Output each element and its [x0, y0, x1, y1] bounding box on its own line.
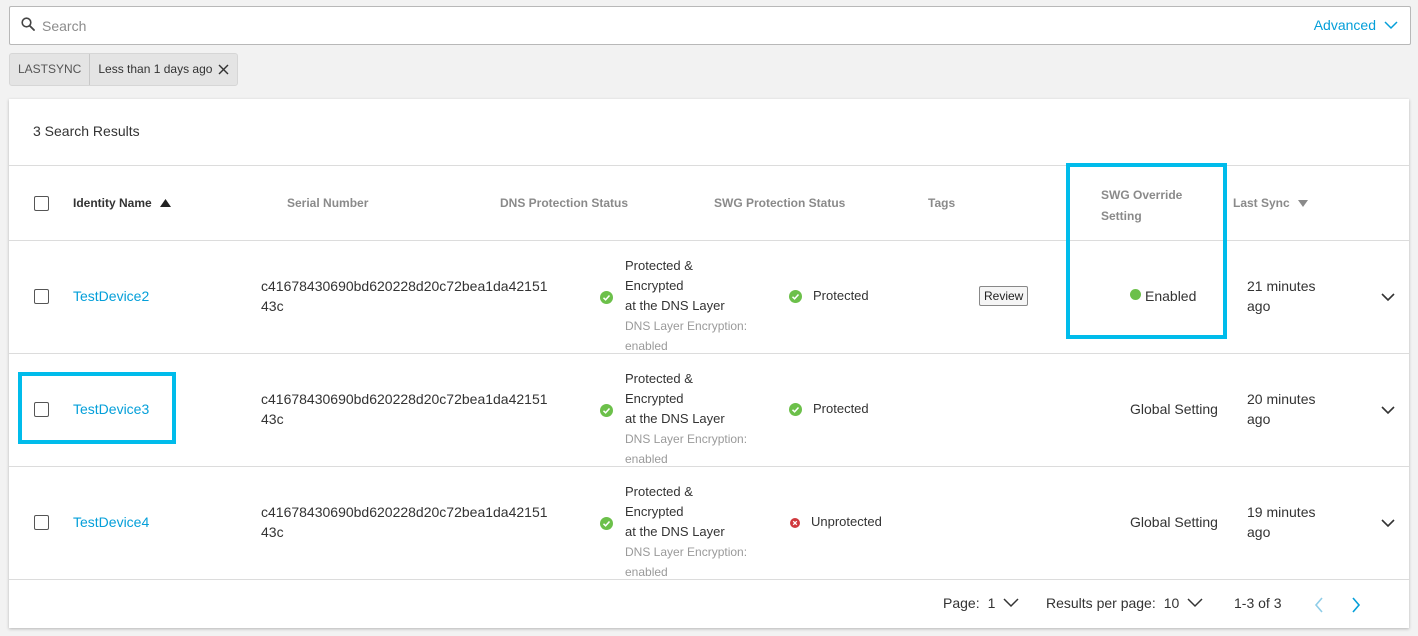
swg-override-setting: Global Setting: [1130, 401, 1218, 417]
column-header-dns-protection-status[interactable]: DNS Protection Status: [500, 196, 628, 210]
highlight-box-testdevice3: [18, 372, 176, 444]
divider: [9, 353, 1409, 354]
close-icon[interactable]: [218, 64, 229, 75]
check-circle-icon: [600, 291, 613, 304]
chevron-down-icon[interactable]: [1380, 518, 1396, 528]
chevron-down-icon: [1003, 598, 1019, 608]
last-sync-line: 19 minutes: [1247, 504, 1316, 520]
dns-protection-status: Protected & Encrypted at the DNS Layer D…: [625, 482, 755, 582]
serial-number: c41678430690bd620228d20c72bea1da42151 43…: [261, 276, 581, 316]
check-circle-icon: [600, 517, 613, 530]
row-checkbox[interactable]: [34, 289, 49, 304]
serial-number-line: c41678430690bd620228d20c72bea1da42151: [261, 504, 548, 520]
dns-status-line: at the DNS Layer: [625, 298, 725, 313]
serial-number-line: c41678430690bd620228d20c72bea1da42151: [261, 391, 548, 407]
page-value: 1: [987, 595, 996, 611]
results-per-page-value: 10: [1163, 595, 1180, 611]
dns-protection-status: Protected & Encrypted at the DNS Layer D…: [625, 369, 755, 469]
serial-number: c41678430690bd620228d20c72bea1da42151 43…: [261, 502, 581, 542]
dns-protection-status: Protected & Encrypted at the DNS Layer D…: [625, 256, 755, 356]
serial-number-line: 43c: [261, 411, 284, 427]
row-checkbox[interactable]: [34, 515, 49, 530]
identity-name-link[interactable]: TestDevice2: [73, 288, 149, 304]
last-sync-line: ago: [1247, 411, 1271, 427]
chevron-down-icon: [1384, 20, 1398, 29]
column-header-tags[interactable]: Tags: [928, 196, 955, 210]
previous-page-icon[interactable]: [1314, 597, 1324, 613]
dns-encryption-line: DNS Layer Encryption:: [625, 319, 748, 333]
search-input[interactable]: [42, 15, 942, 37]
highlight-box-swg-override: [1066, 163, 1227, 339]
check-circle-icon: [789, 290, 802, 303]
last-sync: 19 minutes ago: [1247, 502, 1337, 542]
swg-protection-status: Protected: [813, 401, 869, 416]
pagination-range: 1-3 of 3: [1234, 595, 1282, 611]
column-header-serial-number[interactable]: Serial Number: [287, 196, 368, 210]
serial-number-line: 43c: [261, 524, 284, 540]
dns-status-line: Protected & Encrypted: [625, 484, 693, 519]
error-icon: [790, 518, 800, 528]
last-sync-line: 20 minutes: [1247, 391, 1316, 407]
chevron-down-icon[interactable]: [1380, 292, 1396, 302]
page-selector[interactable]: Page: 1: [943, 595, 1019, 611]
dns-status-line: Protected & Encrypted: [625, 371, 693, 406]
sort-ascending-icon: [159, 199, 171, 207]
filter-value: Less than 1 days ago: [98, 62, 213, 76]
last-sync: 20 minutes ago: [1247, 389, 1337, 429]
divider: [9, 466, 1409, 467]
column-header-last-sync[interactable]: Last Sync: [1233, 196, 1308, 210]
last-sync-line: ago: [1247, 524, 1271, 540]
dns-encryption-line: DNS Layer Encryption:: [625, 432, 748, 446]
review-tag-button[interactable]: Review: [979, 286, 1029, 306]
filter-key: LASTSYNC: [10, 54, 91, 85]
dns-status-line: at the DNS Layer: [625, 411, 725, 426]
dns-status-line: at the DNS Layer: [625, 524, 725, 539]
select-all-checkbox[interactable]: [34, 196, 49, 211]
column-header-swg-protection-status[interactable]: SWG Protection Status: [714, 196, 845, 210]
chevron-down-icon: [1187, 598, 1203, 608]
column-header-identity-name-label: Identity Name: [73, 196, 152, 210]
filter-chip: LASTSYNC Less than 1 days ago: [9, 53, 239, 86]
swg-protection-status: Protected: [813, 288, 869, 303]
swg-override-setting: Global Setting: [1130, 514, 1218, 530]
last-sync-line: 21 minutes: [1247, 278, 1316, 294]
last-sync: 21 minutes ago: [1247, 276, 1337, 316]
results-count: 3 Search Results: [33, 123, 140, 139]
divider: [9, 579, 1409, 580]
filter-value-wrap: Less than 1 days ago: [90, 54, 237, 85]
search-icon: [21, 17, 35, 31]
next-page-icon[interactable]: [1351, 597, 1361, 613]
check-circle-icon: [789, 403, 802, 416]
column-header-identity-name[interactable]: Identity Name: [73, 196, 171, 210]
results-per-page-selector[interactable]: Results per page: 10: [1046, 595, 1203, 611]
serial-number: c41678430690bd620228d20c72bea1da42151 43…: [261, 389, 581, 429]
swg-protection-status: Unprotected: [811, 514, 882, 529]
column-header-last-sync-label: Last Sync: [1233, 196, 1290, 210]
identity-name-link[interactable]: TestDevice4: [73, 514, 149, 530]
dns-status-line: Protected & Encrypted: [625, 258, 693, 293]
results-per-page-label: Results per page:: [1046, 595, 1156, 611]
check-circle-icon: [600, 404, 613, 417]
advanced-search-toggle[interactable]: Advanced: [1314, 17, 1398, 33]
advanced-label: Advanced: [1313, 17, 1376, 33]
last-sync-line: ago: [1247, 298, 1271, 314]
search-bar: Advanced: [9, 6, 1411, 45]
sort-descending-icon: [1297, 199, 1308, 207]
serial-number-line: 43c: [261, 298, 284, 314]
page-label: Page:: [943, 595, 980, 611]
serial-number-line: c41678430690bd620228d20c72bea1da42151: [261, 278, 548, 294]
dns-encryption-line: DNS Layer Encryption:: [625, 545, 748, 559]
chevron-down-icon[interactable]: [1380, 405, 1396, 415]
